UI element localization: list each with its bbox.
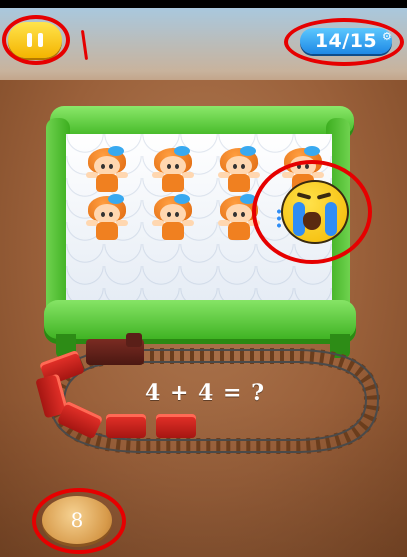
- annotation-circle-answer: [32, 488, 126, 554]
- game-scene: 14/15 ⚙ 4 + 4 = ? 8: [0, 0, 407, 557]
- train-car: [156, 414, 196, 438]
- train-track: [47, 348, 381, 454]
- math-equation: 4 + 4 = ?: [144, 380, 265, 406]
- train-engine: [86, 333, 144, 365]
- train-car: [106, 414, 146, 438]
